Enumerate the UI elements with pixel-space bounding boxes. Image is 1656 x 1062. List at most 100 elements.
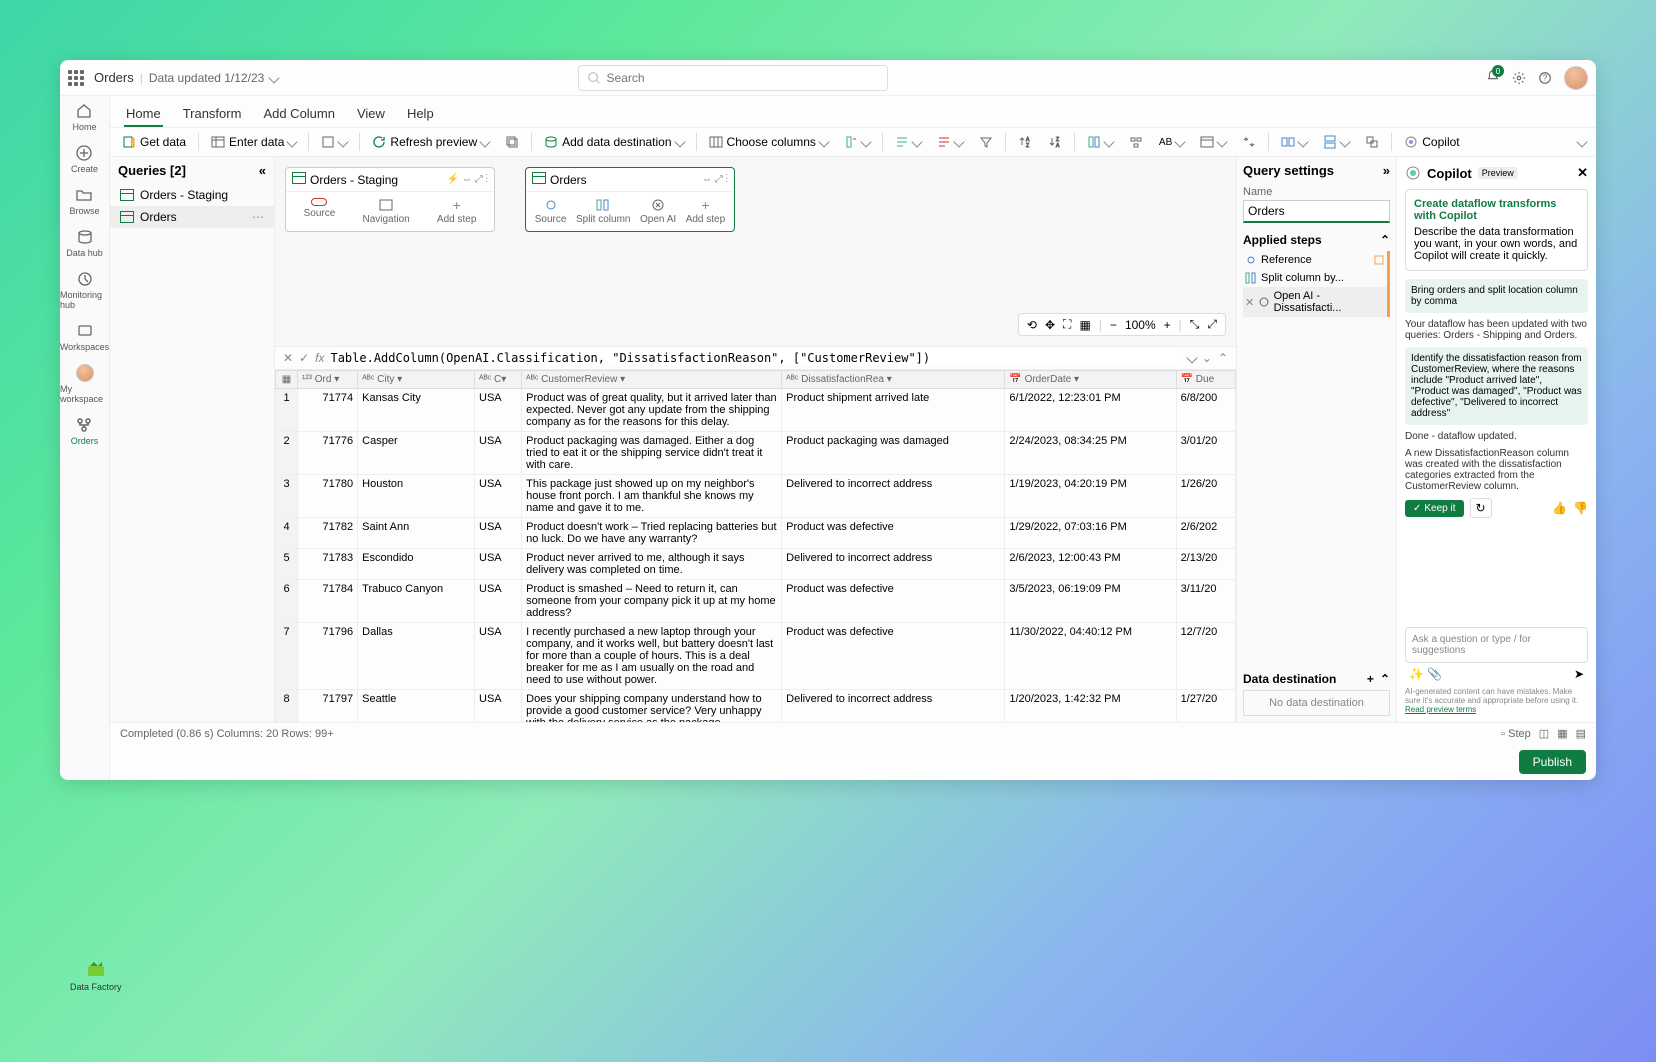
table-row[interactable]: 671784Trabuco CanyonUSAProduct is smashe… — [276, 580, 1236, 623]
table-row[interactable]: 871797SeattleUSADoes your shipping compa… — [276, 690, 1236, 723]
enter-data-button[interactable]: Enter data — [205, 132, 302, 152]
collapse-icon[interactable]: » — [1383, 163, 1390, 178]
nav-myworkspace[interactable]: My workspace — [60, 364, 109, 404]
remove-columns-button[interactable] — [838, 132, 876, 152]
merge-button[interactable] — [1275, 132, 1313, 152]
map-icon[interactable]: ▦ — [1079, 318, 1090, 332]
zoom-in-button[interactable]: + — [1164, 318, 1171, 332]
data-type-button[interactable]: AB — [1153, 134, 1190, 151]
diagram-view-button[interactable]: ◫ — [1539, 727, 1549, 740]
pan-icon[interactable]: ✥ — [1045, 318, 1055, 332]
query-card-active[interactable]: Orders⇔ ⤢ ⋮ Source Split column Open AI … — [525, 167, 735, 232]
chevron-down-icon[interactable] — [269, 72, 280, 83]
table-row[interactable]: 171774Kansas CityUSAProduct was of great… — [276, 389, 1236, 432]
query-card[interactable]: Orders - Staging⚡ ⇔ ⤢ ⋮ Source Navigatio… — [285, 167, 495, 232]
thumbs-up-icon[interactable]: 👍 — [1552, 501, 1567, 515]
chevron-up-icon[interactable]: ⌃ — [1380, 672, 1390, 686]
sort-asc-button[interactable]: AZ — [1012, 132, 1038, 152]
sparkle-icon[interactable]: ✨ — [1409, 667, 1424, 681]
sort-desc-button[interactable]: ZA — [1042, 132, 1068, 152]
split-column-button[interactable] — [1081, 132, 1119, 152]
col-header[interactable]: ᴬᴮᶜ DissatisfactionRea ▾ — [782, 371, 1005, 389]
col-header[interactable]: ᴬᴮᶜ City ▾ — [358, 371, 475, 389]
tab-home[interactable]: Home — [124, 102, 163, 127]
retry-button[interactable]: ↻ — [1470, 498, 1492, 518]
append-button[interactable] — [1317, 132, 1355, 152]
preview-terms-link[interactable]: Read preview terms — [1405, 705, 1476, 714]
table-row[interactable]: 771796DallasUSAI recently purchased a ne… — [276, 623, 1236, 690]
col-header[interactable]: ¹²³ Ord ▾ — [298, 371, 358, 389]
col-header[interactable]: 📅 OrderDate ▾ — [1005, 371, 1176, 389]
accept-formula-button[interactable]: ✓ — [299, 351, 309, 365]
get-data-button[interactable]: Get data — [116, 132, 192, 152]
thumbs-down-icon[interactable]: 👎 — [1573, 501, 1588, 515]
step-nav-down-icon[interactable]: ⌄ — [1202, 351, 1212, 365]
search-input[interactable] — [607, 71, 879, 85]
headers-button[interactable] — [1194, 132, 1232, 152]
notifications-button[interactable]: 0 — [1486, 69, 1500, 86]
help-icon[interactable]: ? — [1538, 71, 1552, 85]
attach-icon[interactable]: 📎 — [1427, 667, 1442, 681]
applied-step-selected[interactable]: ✕Open AI - Dissatisfacti... — [1243, 287, 1390, 317]
app-launcher-icon[interactable] — [68, 70, 84, 86]
table-view-button[interactable]: ▤ — [1576, 727, 1586, 740]
collapse-icon[interactable]: « — [259, 163, 266, 178]
query-item[interactable]: Orders⋯ — [110, 206, 274, 228]
choose-columns-button[interactable]: Choose columns — [703, 132, 834, 152]
query-name-input[interactable] — [1243, 200, 1390, 223]
col-header[interactable]: ᴬᴮᶜ C▾ — [475, 371, 522, 389]
filter-button[interactable] — [973, 132, 999, 152]
nav-workspaces[interactable]: Workspaces — [60, 322, 109, 352]
applied-step[interactable]: Reference — [1243, 251, 1390, 269]
data-grid[interactable]: ▦ ¹²³ Ord ▾ ᴬᴮᶜ City ▾ ᴬᴮᶜ C▾ ᴬᴮᶜ Custom… — [275, 370, 1236, 722]
nav-home[interactable]: Home — [72, 102, 96, 132]
keep-it-button[interactable]: ✓ Keep it — [1405, 500, 1464, 517]
col-header[interactable]: 📅 Due — [1176, 371, 1235, 389]
remove-rows-button[interactable] — [931, 132, 969, 152]
fullscreen-icon[interactable]: ⛶ — [1063, 317, 1071, 332]
collapse-icon[interactable]: ⤡ — [1190, 317, 1200, 332]
zoom-out-button[interactable]: − — [1110, 318, 1117, 332]
zoom-controls[interactable]: ⟲ ✥ ⛶ ▦ | − 100% + | ⤡ ⤢ — [1018, 313, 1226, 336]
nav-monitoring[interactable]: Monitoring hub — [60, 270, 109, 310]
nav-browse[interactable]: Browse — [69, 186, 99, 216]
tab-transform[interactable]: Transform — [181, 102, 244, 127]
table-row[interactable]: 271776CasperUSAProduct packaging was dam… — [276, 432, 1236, 475]
ribbon-expand-icon[interactable] — [1576, 136, 1587, 147]
publish-button[interactable]: Publish — [1519, 750, 1586, 774]
tab-view[interactable]: View — [355, 102, 387, 127]
data-factory-icon[interactable]: Data Factory — [70, 956, 122, 992]
refresh-all-button[interactable] — [499, 132, 525, 152]
close-icon[interactable]: ✕ — [1577, 165, 1588, 181]
diagram-view[interactable]: Orders - Staging⚡ ⇔ ⤢ ⋮ Source Navigatio… — [275, 157, 1236, 347]
combine-button[interactable] — [1359, 132, 1385, 152]
tab-help[interactable]: Help — [405, 102, 436, 127]
options-button[interactable] — [315, 132, 353, 152]
corner-cell[interactable]: ▦ — [276, 371, 298, 389]
table-row[interactable]: 571783EscondidoUSAProduct never arrived … — [276, 549, 1236, 580]
nav-create[interactable]: Create — [71, 144, 98, 174]
gear-icon[interactable] — [1512, 71, 1526, 85]
expand-icon[interactable]: ⤢ — [1207, 317, 1217, 332]
step-nav-up-icon[interactable]: ⌃ — [1218, 351, 1228, 365]
send-icon[interactable]: ➤ — [1574, 667, 1584, 681]
group-by-button[interactable] — [1123, 132, 1149, 152]
keep-rows-button[interactable] — [889, 132, 927, 152]
step-view-button[interactable]: ▫ Step — [1501, 728, 1531, 740]
copilot-input[interactable]: Ask a question or type / for suggestions — [1405, 627, 1588, 663]
nav-datahub[interactable]: Data hub — [66, 228, 103, 258]
schema-view-button[interactable]: ▦ — [1557, 727, 1567, 740]
query-item[interactable]: Orders - Staging — [110, 184, 274, 206]
replace-button[interactable] — [1236, 132, 1262, 152]
nav-orders[interactable]: Orders — [71, 416, 99, 446]
tab-addcolumn[interactable]: Add Column — [261, 102, 337, 127]
avatar[interactable] — [1564, 66, 1588, 90]
cancel-formula-button[interactable]: ✕ — [283, 351, 293, 365]
chevron-up-icon[interactable]: ⌃ — [1380, 233, 1390, 247]
fit-icon[interactable]: ⟲ — [1027, 318, 1037, 332]
applied-step[interactable]: Split column by... — [1243, 269, 1390, 287]
copilot-button[interactable]: Copilot — [1398, 132, 1465, 152]
add-destination-icon[interactable]: + — [1367, 672, 1374, 686]
search-box[interactable] — [578, 65, 888, 91]
refresh-button[interactable]: Refresh preview — [366, 132, 495, 152]
